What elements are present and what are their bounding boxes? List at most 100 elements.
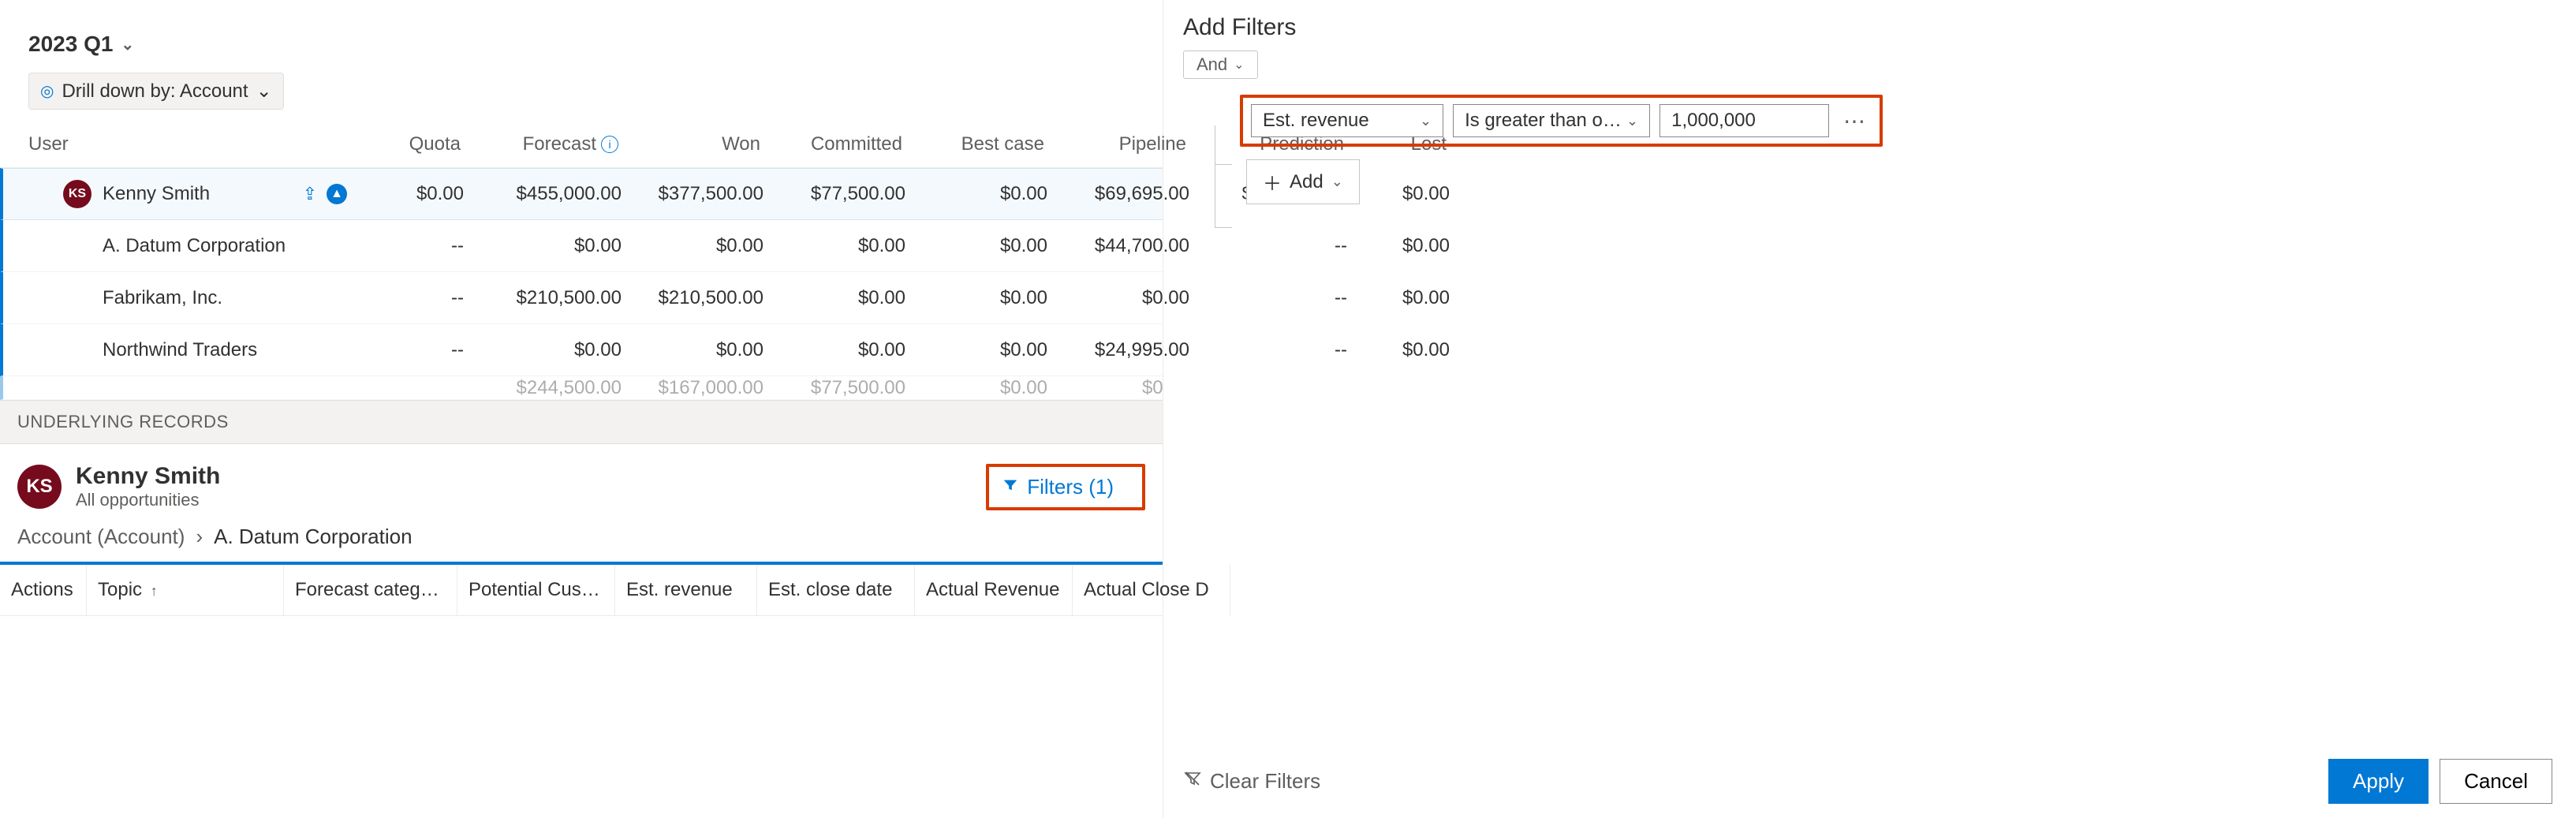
- filters-button[interactable]: Filters (1): [989, 467, 1126, 507]
- col-won[interactable]: Won: [628, 133, 770, 155]
- breadcrumb-current: A. Datum Corporation: [214, 525, 412, 549]
- filter-operator-select[interactable]: Is greater than or equal ... ⌄: [1453, 104, 1650, 137]
- cell-forecast: $210,500.00: [473, 287, 631, 309]
- cell-quota: --: [363, 287, 473, 309]
- period-selector[interactable]: 2023 Q1 ⌄: [0, 0, 1163, 73]
- forecast-row-child[interactable]: Northwind Traders -- $0.00 $0.00 $0.00 $…: [0, 324, 1163, 376]
- chevron-down-icon: ⌄: [1626, 113, 1638, 129]
- more-options-icon[interactable]: ⋯: [1839, 108, 1872, 134]
- left-pane: 2023 Q1 ⌄ ◎ Drill down by: Account ⌄ Use…: [0, 0, 1163, 818]
- expand-icon[interactable]: ▲: [327, 184, 347, 204]
- footer-buttons: Apply Cancel: [2317, 759, 2552, 804]
- filter-condition-row: Est. revenue ⌄ Is greater than or equal …: [1240, 95, 1883, 147]
- underlying-subtitle: All opportunities: [76, 490, 220, 510]
- col-forecast[interactable]: Forecast i: [470, 133, 628, 155]
- underlying-title: Kenny Smith: [76, 463, 220, 490]
- col-committed[interactable]: Committed: [770, 133, 912, 155]
- col-user[interactable]: User: [28, 133, 360, 155]
- forecast-row-child[interactable]: A. Datum Corporation -- $0.00 $0.00 $0.0…: [0, 220, 1163, 272]
- drill-down-label: Drill down by: Account: [62, 80, 248, 103]
- filter-tree: And ⌄ Est. revenue ⌄ Is greater than or …: [1183, 50, 2552, 204]
- col-topic[interactable]: Topic ↑: [87, 565, 284, 615]
- clear-filters-label: Clear Filters: [1210, 769, 1320, 794]
- cell-bestcase: $0.00: [915, 339, 1057, 361]
- tree-connector: [1215, 125, 1232, 228]
- add-filters-pane: Add Filters And ⌄ Est. revenue ⌄ Is grea…: [1175, 0, 2576, 818]
- cell-forecast: $244,500.00: [473, 377, 631, 399]
- underlying-records-bar: UNDERLYING RECORDS: [0, 400, 1163, 444]
- chevron-down-icon: ⌄: [256, 80, 272, 103]
- col-bestcase[interactable]: Best case: [912, 133, 1054, 155]
- underlying-records-header: KS Kenny Smith All opportunities Filters…: [0, 444, 1163, 525]
- add-condition-label: Add: [1290, 171, 1323, 193]
- logic-operator-pill[interactable]: And ⌄: [1183, 50, 1258, 79]
- cell-committed: $77,500.00: [773, 183, 915, 205]
- user-cell: KS Kenny Smith ⇪ ▲: [32, 180, 363, 208]
- forecast-row-child: $244,500.00 $167,000.00 $77,500.00 $0.00…: [0, 376, 1163, 400]
- clear-filters-button[interactable]: Clear Filters: [1183, 769, 1320, 794]
- col-est-revenue[interactable]: Est. revenue: [615, 565, 757, 615]
- share-icon[interactable]: ⇪: [303, 184, 317, 204]
- cell-won: $167,000.00: [631, 377, 773, 399]
- drill-down-pill[interactable]: ◎ Drill down by: Account ⌄: [28, 73, 284, 110]
- forecast-row-primary[interactable]: KS Kenny Smith ⇪ ▲ $0.00 $455,000.00 $37…: [0, 168, 1163, 220]
- add-condition-button[interactable]: ＋ Add ⌄: [1246, 159, 1360, 204]
- highlight-box: Filters (1): [986, 464, 1145, 510]
- period-label: 2023 Q1: [28, 32, 113, 57]
- cell-bestcase: $0.00: [915, 287, 1057, 309]
- filter-value-input[interactable]: 1,000,000: [1659, 104, 1829, 137]
- cell-won: $210,500.00: [631, 287, 773, 309]
- cancel-button[interactable]: Cancel: [2440, 759, 2552, 804]
- forecast-row-child[interactable]: Fabrikam, Inc. -- $210,500.00 $210,500.0…: [0, 272, 1163, 324]
- avatar: KS: [63, 180, 91, 208]
- cell-committed: $0.00: [773, 235, 915, 257]
- chevron-down-icon: ⌄: [1331, 174, 1343, 190]
- cell-quota: $0.00: [363, 183, 473, 205]
- col-actions[interactable]: Actions: [0, 565, 87, 615]
- logic-operator-label: And: [1197, 54, 1227, 75]
- col-topic-label: Topic: [98, 579, 142, 600]
- filter-icon: [1002, 475, 1019, 499]
- col-forecast-category[interactable]: Forecast category: [284, 565, 457, 615]
- cell-quota: --: [363, 235, 473, 257]
- filter-value-text: 1,000,000: [1671, 110, 1756, 132]
- account-name: Fabrikam, Inc.: [103, 287, 222, 309]
- cell-bestcase: $0.00: [915, 183, 1057, 205]
- user-name: Kenny Smith: [103, 183, 210, 205]
- filter-operator-value: Is greater than or equal ...: [1465, 110, 1626, 132]
- col-pipeline[interactable]: Pipeline: [1054, 133, 1196, 155]
- chevron-down-icon: ⌄: [1234, 57, 1244, 73]
- cell-won: $0.00: [631, 235, 773, 257]
- breadcrumb: Account (Account) › A. Datum Corporation: [0, 525, 1163, 562]
- chevron-down-icon: ⌄: [1420, 113, 1432, 129]
- apply-button[interactable]: Apply: [2328, 759, 2429, 804]
- cell-quota: --: [363, 339, 473, 361]
- chevron-down-icon: ⌄: [121, 35, 134, 54]
- filter-column-select[interactable]: Est. revenue ⌄: [1251, 104, 1443, 137]
- cell-committed: $0.00: [773, 287, 915, 309]
- cell-forecast: $0.00: [473, 339, 631, 361]
- forecast-table: User Quota Forecast i Won Committed Best…: [0, 121, 1163, 400]
- col-forecast-label: Forecast: [523, 133, 596, 155]
- filter-column-value: Est. revenue: [1263, 110, 1369, 132]
- cell-bestcase: $0.00: [915, 235, 1057, 257]
- filter-pane-footer: Clear Filters Apply Cancel: [1183, 759, 2552, 804]
- cell-won: $377,500.00: [631, 183, 773, 205]
- col-quota[interactable]: Quota: [360, 133, 470, 155]
- add-filters-title: Add Filters: [1183, 14, 2552, 41]
- col-est-close-date[interactable]: Est. close date: [757, 565, 915, 615]
- target-icon: ◎: [40, 81, 54, 101]
- col-actual-revenue[interactable]: Actual Revenue: [915, 565, 1073, 615]
- info-icon[interactable]: i: [601, 136, 618, 153]
- col-potential-customer[interactable]: Potential Customer: [457, 565, 615, 615]
- cell-won: $0.00: [631, 339, 773, 361]
- cell-bestcase: $0.00: [915, 377, 1057, 399]
- sort-ascending-icon: ↑: [151, 583, 158, 599]
- opportunity-table-header: Actions Topic ↑ Forecast category Potent…: [0, 562, 1163, 616]
- account-cell: A. Datum Corporation: [32, 235, 363, 257]
- clear-filter-icon: [1183, 769, 1202, 794]
- breadcrumb-parent[interactable]: Account (Account): [17, 525, 185, 549]
- cell-pipeline: $0.00: [1057, 377, 1163, 399]
- account-name: Northwind Traders: [103, 339, 257, 361]
- account-cell: Northwind Traders: [32, 339, 363, 361]
